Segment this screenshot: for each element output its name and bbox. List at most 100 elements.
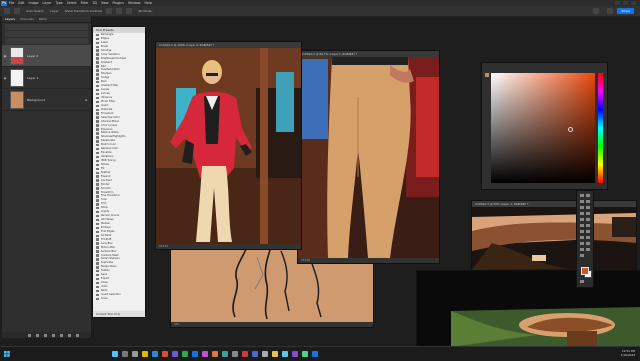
eyedropper-tool-icon[interactable] bbox=[586, 206, 590, 209]
hue-slider[interactable] bbox=[598, 73, 603, 183]
folder-icon[interactable] bbox=[60, 333, 63, 337]
mask-icon[interactable] bbox=[44, 333, 47, 337]
link-icon[interactable] bbox=[28, 333, 31, 337]
menu-select[interactable]: Select bbox=[67, 1, 77, 5]
align-right-icon[interactable] bbox=[126, 8, 133, 14]
stamp-tool-icon[interactable] bbox=[580, 218, 584, 221]
path-select-tool-icon[interactable] bbox=[580, 242, 584, 245]
menu-image[interactable]: Image bbox=[29, 1, 39, 5]
shape-tool-icon[interactable] bbox=[586, 242, 590, 245]
layer-filter-row[interactable] bbox=[5, 24, 88, 30]
close-icon[interactable] bbox=[631, 1, 636, 5]
app-icon[interactable] bbox=[272, 351, 278, 357]
search-icon[interactable] bbox=[122, 351, 128, 357]
menu-filter[interactable]: Filter bbox=[81, 1, 89, 5]
layer-row-2[interactable]: ◉ Layer 2 bbox=[2, 45, 91, 67]
menu-window[interactable]: Window bbox=[128, 1, 141, 5]
app-icon[interactable] bbox=[242, 351, 248, 357]
share-button[interactable]: Share bbox=[617, 8, 634, 14]
hat-canvas[interactable] bbox=[472, 207, 636, 270]
app-icon[interactable] bbox=[312, 351, 318, 357]
crop-tool-icon[interactable] bbox=[580, 206, 584, 209]
search-icon[interactable] bbox=[593, 8, 600, 14]
menu-file[interactable]: File bbox=[9, 1, 14, 5]
minimize-icon[interactable] bbox=[615, 1, 620, 5]
maximize-icon[interactable] bbox=[623, 1, 628, 5]
more-tools-icon[interactable] bbox=[580, 254, 584, 257]
app-icon[interactable] bbox=[222, 351, 228, 357]
tab-paths[interactable]: Paths bbox=[39, 17, 47, 21]
spotify-icon[interactable] bbox=[182, 351, 188, 357]
portrait-canvas[interactable] bbox=[156, 48, 301, 244]
fx-icon[interactable] bbox=[36, 333, 39, 337]
pen-tool-icon[interactable] bbox=[580, 236, 584, 239]
gradient-tool-icon[interactable] bbox=[586, 224, 590, 227]
tab-layers[interactable]: Layers bbox=[5, 17, 15, 21]
menu-edit[interactable]: Edit bbox=[18, 1, 24, 5]
visibility-eye-icon[interactable]: ◉ bbox=[2, 76, 8, 80]
align-center-icon[interactable] bbox=[116, 8, 123, 14]
document-window-scene[interactable] bbox=[416, 270, 640, 348]
preset-item[interactable]: Grow bbox=[93, 297, 145, 301]
marquee-tool-icon[interactable] bbox=[586, 194, 590, 197]
pants-canvas[interactable] bbox=[298, 57, 439, 258]
hand-tool-icon[interactable] bbox=[580, 248, 584, 251]
menu-help[interactable]: Help bbox=[145, 1, 152, 5]
app-icon[interactable] bbox=[262, 351, 268, 357]
menu-type[interactable]: Type bbox=[55, 1, 62, 5]
color-picker-cursor[interactable] bbox=[568, 127, 573, 132]
document-window-hat[interactable]: Untitled-3 @ 50% (Layer 1, RGB/8#) * bbox=[471, 200, 637, 272]
app-icon[interactable] bbox=[282, 351, 288, 357]
edge-icon[interactable] bbox=[152, 351, 158, 357]
history-brush-tool-icon[interactable] bbox=[586, 218, 590, 221]
lasso-tool-icon[interactable] bbox=[580, 200, 584, 203]
windows-start-icon[interactable] bbox=[4, 351, 10, 357]
align-left-icon[interactable] bbox=[106, 8, 113, 14]
quick-select-tool-icon[interactable] bbox=[586, 200, 590, 203]
app-icon[interactable] bbox=[252, 351, 258, 357]
eraser-tool-icon[interactable] bbox=[580, 224, 584, 227]
auto-select-target[interactable]: Layer bbox=[50, 9, 58, 13]
transform-controls-toggle[interactable]: Show Transform Controls bbox=[65, 9, 102, 13]
task-view-icon[interactable] bbox=[132, 351, 138, 357]
workspace-icon[interactable] bbox=[607, 8, 614, 14]
new-layer-icon[interactable] bbox=[68, 333, 71, 337]
dodge-tool-icon[interactable] bbox=[586, 230, 590, 233]
foreground-color-swatch[interactable] bbox=[581, 267, 589, 275]
app-icon[interactable] bbox=[302, 351, 308, 357]
zoom-tool-icon[interactable] bbox=[586, 248, 590, 251]
system-clock[interactable]: 12:51 PM 1/16/2024 bbox=[621, 349, 635, 357]
blend-mode-row[interactable] bbox=[5, 31, 88, 37]
start-icon[interactable] bbox=[112, 351, 118, 357]
scene-canvas[interactable] bbox=[417, 271, 640, 347]
healing-tool-icon[interactable] bbox=[580, 212, 584, 215]
file-explorer-icon[interactable] bbox=[142, 351, 148, 357]
visibility-eye-icon[interactable]: ◉ bbox=[2, 54, 8, 58]
app-icon[interactable] bbox=[202, 351, 208, 357]
type-tool-icon[interactable] bbox=[586, 236, 590, 239]
home-icon[interactable] bbox=[4, 8, 10, 14]
current-tool-only-checkbox[interactable]: Current Tool Only bbox=[93, 311, 145, 317]
trash-icon[interactable] bbox=[76, 333, 79, 337]
brush-tool-icon[interactable] bbox=[586, 212, 590, 215]
document-window-portrait[interactable]: Untitled-1 @ 100% (Layer 2, RGB/8#) * 33… bbox=[155, 41, 302, 250]
teams-icon[interactable] bbox=[172, 351, 178, 357]
saturation-brightness-field[interactable] bbox=[491, 73, 595, 183]
lock-row[interactable] bbox=[5, 38, 88, 44]
menu-view[interactable]: View bbox=[101, 1, 109, 5]
tab-channels[interactable]: Channels bbox=[20, 17, 34, 21]
blur-tool-icon[interactable] bbox=[580, 230, 584, 233]
quick-mask-icon[interactable] bbox=[580, 280, 584, 283]
move-tool-icon[interactable] bbox=[580, 194, 584, 197]
app-icon[interactable] bbox=[232, 351, 238, 357]
app-icon[interactable] bbox=[212, 351, 218, 357]
adjustment-icon[interactable] bbox=[52, 333, 55, 337]
menu-layer[interactable]: Layer bbox=[43, 1, 52, 5]
photoshop-icon[interactable] bbox=[192, 351, 198, 357]
document-window-pants[interactable]: Untitled-2 @ 66.7% (Layer 1, RGB/8#) * 3… bbox=[297, 50, 440, 264]
layer-row-1[interactable]: ◉ Layer 1 bbox=[2, 67, 91, 89]
app-icon[interactable] bbox=[292, 351, 298, 357]
menu-plugins[interactable]: Plugins bbox=[113, 1, 124, 5]
chrome-icon[interactable] bbox=[162, 351, 168, 357]
layer-row-background[interactable]: Background ▪ bbox=[2, 89, 91, 111]
